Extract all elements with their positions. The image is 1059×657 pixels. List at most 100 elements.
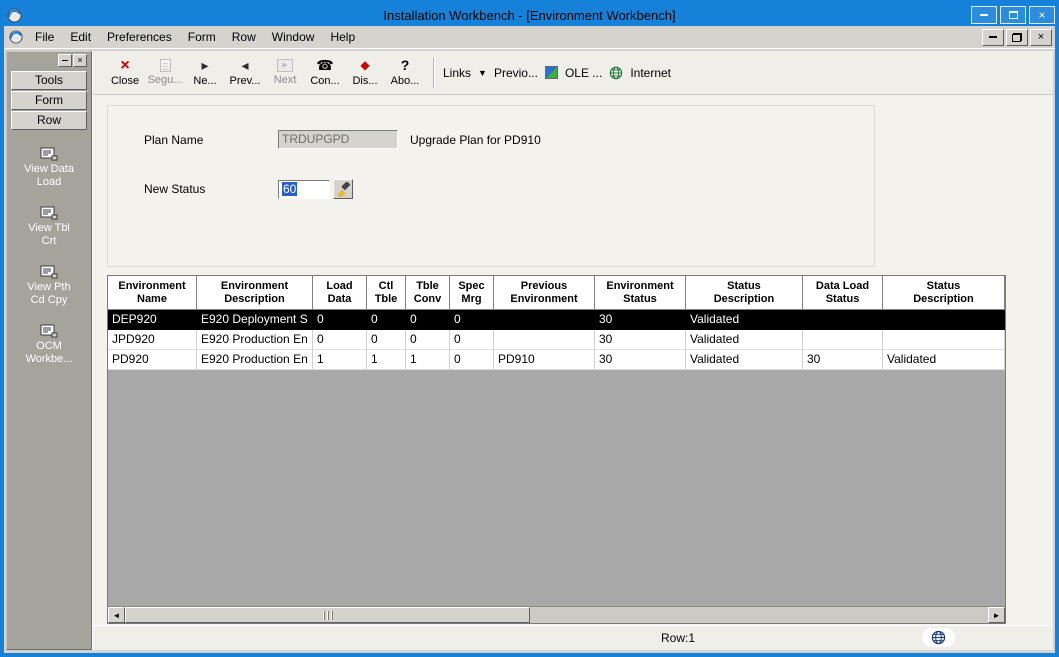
mdi-minimize-icon bbox=[989, 36, 997, 38]
menu-item-window[interactable]: Window bbox=[264, 27, 323, 47]
links-selected-value[interactable]: Previo... bbox=[494, 66, 538, 80]
grid-cell[interactable]: PD920 bbox=[108, 350, 197, 370]
sidebar-close-button[interactable]: × bbox=[73, 54, 87, 67]
toolbar-button-con[interactable]: ☎Con... bbox=[305, 54, 345, 92]
grid-cell[interactable]: 0 bbox=[406, 330, 450, 350]
internet-globe-icon[interactable] bbox=[609, 66, 623, 80]
grid-cell[interactable] bbox=[494, 330, 595, 350]
form-exit-icon bbox=[40, 206, 58, 220]
grid-column-header[interactable]: Previous Environment bbox=[494, 276, 595, 310]
grid-column-header[interactable]: Data Load Status bbox=[803, 276, 883, 310]
grid-cell[interactable] bbox=[494, 310, 595, 330]
grid-cell[interactable]: E920 Production En bbox=[197, 350, 313, 370]
scroll-left-button[interactable]: ◄ bbox=[108, 607, 125, 623]
grid-cell[interactable] bbox=[883, 330, 1005, 350]
menu-item-preferences[interactable]: Preferences bbox=[99, 27, 180, 47]
links-group: Links ▼ Previo... OLE ... Internet bbox=[443, 66, 671, 80]
grid-cell[interactable]: 1 bbox=[367, 350, 406, 370]
internet-label[interactable]: Internet bbox=[630, 66, 671, 80]
toolbar-button-abo[interactable]: ?Abo... bbox=[385, 54, 425, 92]
sidebar-tab-form[interactable]: Form bbox=[11, 91, 87, 110]
toolbar-button-prev[interactable]: ◂Prev... bbox=[225, 54, 265, 92]
scrollbar-thumb[interactable] bbox=[125, 607, 530, 623]
grid-cell[interactable]: 0 bbox=[406, 310, 450, 330]
grid-cell[interactable]: 30 bbox=[595, 330, 686, 350]
toolbar-button-ne[interactable]: ▸Ne... bbox=[185, 54, 225, 92]
menu-item-edit[interactable]: Edit bbox=[62, 27, 99, 47]
scroll-right-button[interactable]: ► bbox=[988, 607, 1005, 623]
sidebar-items: View Data Load View Tbl Crt View Pth Cd Cp… bbox=[11, 147, 87, 366]
minimize-button[interactable] bbox=[971, 6, 997, 24]
grid-cell[interactable]: 30 bbox=[595, 350, 686, 370]
grid-column-header[interactable]: Environment Status bbox=[595, 276, 686, 310]
grid-cell[interactable]: 0 bbox=[313, 330, 367, 350]
sidebar-collapse-icon bbox=[62, 60, 68, 61]
visual-assist-button[interactable] bbox=[333, 179, 353, 199]
grid-cell[interactable]: Validated bbox=[686, 330, 803, 350]
links-label: Links bbox=[443, 66, 471, 80]
grid-column-header[interactable]: Environment Description bbox=[197, 276, 313, 310]
menu-item-form[interactable]: Form bbox=[180, 27, 224, 47]
grid-cell[interactable]: E920 Production En bbox=[197, 330, 313, 350]
grid-cell[interactable] bbox=[883, 310, 1005, 330]
grid-cell[interactable]: 0 bbox=[450, 350, 494, 370]
ole-label[interactable]: OLE ... bbox=[565, 66, 602, 80]
grid-cell[interactable]: Validated bbox=[686, 350, 803, 370]
grid-cell[interactable]: 0 bbox=[367, 330, 406, 350]
toolbar-button-close[interactable]: ×Close bbox=[105, 54, 145, 92]
grid-cell[interactable]: 30 bbox=[595, 310, 686, 330]
sidebar-tab-tools[interactable]: Tools bbox=[11, 71, 87, 90]
ole-icon[interactable] bbox=[545, 66, 558, 79]
sidebar-item-view-data[interactable]: View Data Load bbox=[11, 147, 87, 189]
previous-record-icon: ◂ bbox=[241, 58, 248, 73]
grid-cell[interactable]: 30 bbox=[803, 350, 883, 370]
sidebar-item-view-pth[interactable]: View Pth Cd Cpy bbox=[11, 265, 87, 307]
grid-cell[interactable]: 1 bbox=[313, 350, 367, 370]
grid-column-header[interactable]: Status Description bbox=[883, 276, 1005, 310]
grid-cell[interactable]: 0 bbox=[367, 310, 406, 330]
scrollbar-track[interactable] bbox=[125, 607, 988, 623]
form-exit-icon bbox=[40, 265, 58, 279]
grid-column-header[interactable]: Spec Mrg bbox=[450, 276, 494, 310]
menu-item-file[interactable]: File bbox=[27, 27, 62, 47]
table-row[interactable]: JPD920E920 Production En000030Validated bbox=[108, 330, 1005, 350]
toolbar-button-label: Dis... bbox=[352, 75, 377, 87]
mdi-minimize-button[interactable] bbox=[982, 29, 1004, 46]
grid-cell[interactable]: Validated bbox=[883, 350, 1005, 370]
toolbar-button-dis[interactable]: ◆Dis... bbox=[345, 54, 385, 92]
toolbar-button-segu: Segu... bbox=[145, 54, 185, 92]
table-row[interactable]: DEP920E920 Deployment S000030Validated bbox=[108, 310, 1005, 330]
close-button[interactable]: × bbox=[1029, 6, 1055, 24]
mdi-child-icon[interactable] bbox=[9, 30, 23, 44]
grid-column-header[interactable]: Status Description bbox=[686, 276, 803, 310]
links-dropdown-arrow-icon[interactable]: ▼ bbox=[478, 68, 487, 78]
sidebar-item-ocm[interactable]: OCM Workbe... bbox=[11, 324, 87, 366]
mdi-restore-button[interactable] bbox=[1006, 29, 1028, 46]
toolbar-button-label: Next bbox=[274, 74, 297, 86]
grid-cell[interactable]: 0 bbox=[450, 310, 494, 330]
grid-cell[interactable]: 0 bbox=[450, 330, 494, 350]
new-status-field[interactable]: 60 bbox=[278, 180, 330, 199]
sidebar-tab-row[interactable]: Row bbox=[11, 111, 87, 130]
grid-cell[interactable]: PD910 bbox=[494, 350, 595, 370]
sidebar-item-view-tbl[interactable]: View Tbl Crt bbox=[11, 206, 87, 248]
grid-cell[interactable]: JPD920 bbox=[108, 330, 197, 350]
table-row[interactable]: PD920E920 Production En1110PD91030Valida… bbox=[108, 350, 1005, 370]
grid-cell[interactable]: Validated bbox=[686, 310, 803, 330]
mdi-close-button[interactable]: × bbox=[1030, 29, 1052, 46]
grid-column-header[interactable]: Environment Name bbox=[108, 276, 197, 310]
grid-cell[interactable]: E920 Deployment S bbox=[197, 310, 313, 330]
menu-item-row[interactable]: Row bbox=[224, 27, 264, 47]
grid-column-header[interactable]: Tble Conv bbox=[406, 276, 450, 310]
grid-cell[interactable]: 0 bbox=[313, 310, 367, 330]
grid-cell[interactable] bbox=[803, 310, 883, 330]
grid-cell[interactable]: DEP920 bbox=[108, 310, 197, 330]
sidebar-collapse-button[interactable] bbox=[58, 54, 72, 67]
maximize-button[interactable] bbox=[1000, 6, 1026, 24]
next-record-icon: ▸ bbox=[201, 58, 208, 73]
grid-cell[interactable]: 1 bbox=[406, 350, 450, 370]
grid-cell[interactable] bbox=[803, 330, 883, 350]
grid-column-header[interactable]: Load Data bbox=[313, 276, 367, 310]
menu-item-help[interactable]: Help bbox=[322, 27, 363, 47]
grid-column-header[interactable]: Ctl Tble bbox=[367, 276, 406, 310]
